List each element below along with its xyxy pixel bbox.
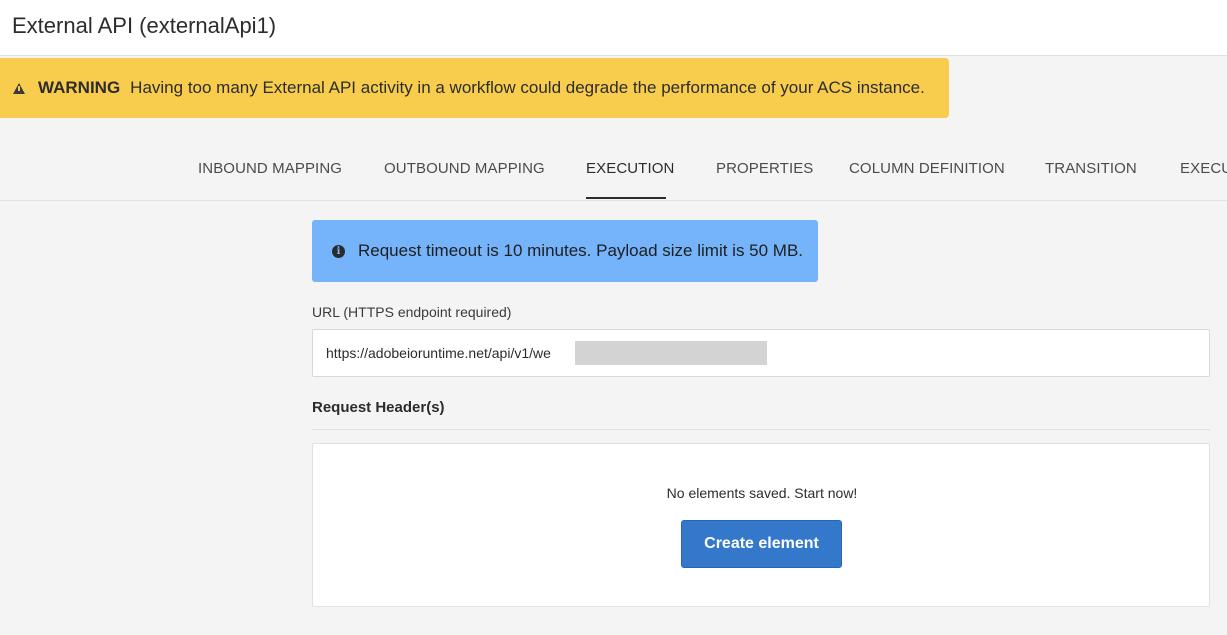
tab-column-definition[interactable]: COLUMN DEFINITION (849, 160, 1005, 177)
info-icon: i (332, 244, 345, 258)
warning-banner: WARNING Having too many External API act… (0, 58, 949, 118)
tab-execution[interactable]: EXECUTION (586, 160, 674, 177)
title-bar: External API (externalApi1) (0, 0, 1227, 56)
tab-inbound-mapping[interactable]: INBOUND MAPPING (198, 160, 342, 177)
active-tab-indicator (586, 197, 666, 199)
tab-execution-truncated[interactable]: EXECUT (1180, 160, 1227, 177)
window-title: External API (externalApi1) (12, 13, 277, 38)
warning-icon (13, 82, 25, 94)
warning-text: Having too many External API activity in… (130, 78, 925, 97)
warning-label: WARNING (38, 78, 121, 97)
tab-bar: INBOUND MAPPING OUTBOUND MAPPING EXECUTI… (0, 140, 1227, 201)
request-headers-panel: No elements saved. Start now! Create ele… (312, 443, 1210, 607)
request-headers-title: Request Header(s) (312, 399, 445, 416)
create-element-button[interactable]: Create element (681, 520, 842, 568)
tab-outbound-mapping[interactable]: OUTBOUND MAPPING (384, 160, 545, 177)
divider (312, 429, 1210, 430)
tab-transition[interactable]: TRANSITION (1045, 160, 1137, 177)
info-banner: i Request timeout is 10 minutes. Payload… (312, 220, 818, 282)
empty-state-text: No elements saved. Start now! (666, 485, 858, 501)
info-text: Request timeout is 10 minutes. Payload s… (358, 241, 804, 260)
tab-properties[interactable]: PROPERTIES (716, 160, 813, 177)
redacted-region (575, 341, 767, 365)
url-label: URL (HTTPS endpoint required) (312, 304, 512, 320)
